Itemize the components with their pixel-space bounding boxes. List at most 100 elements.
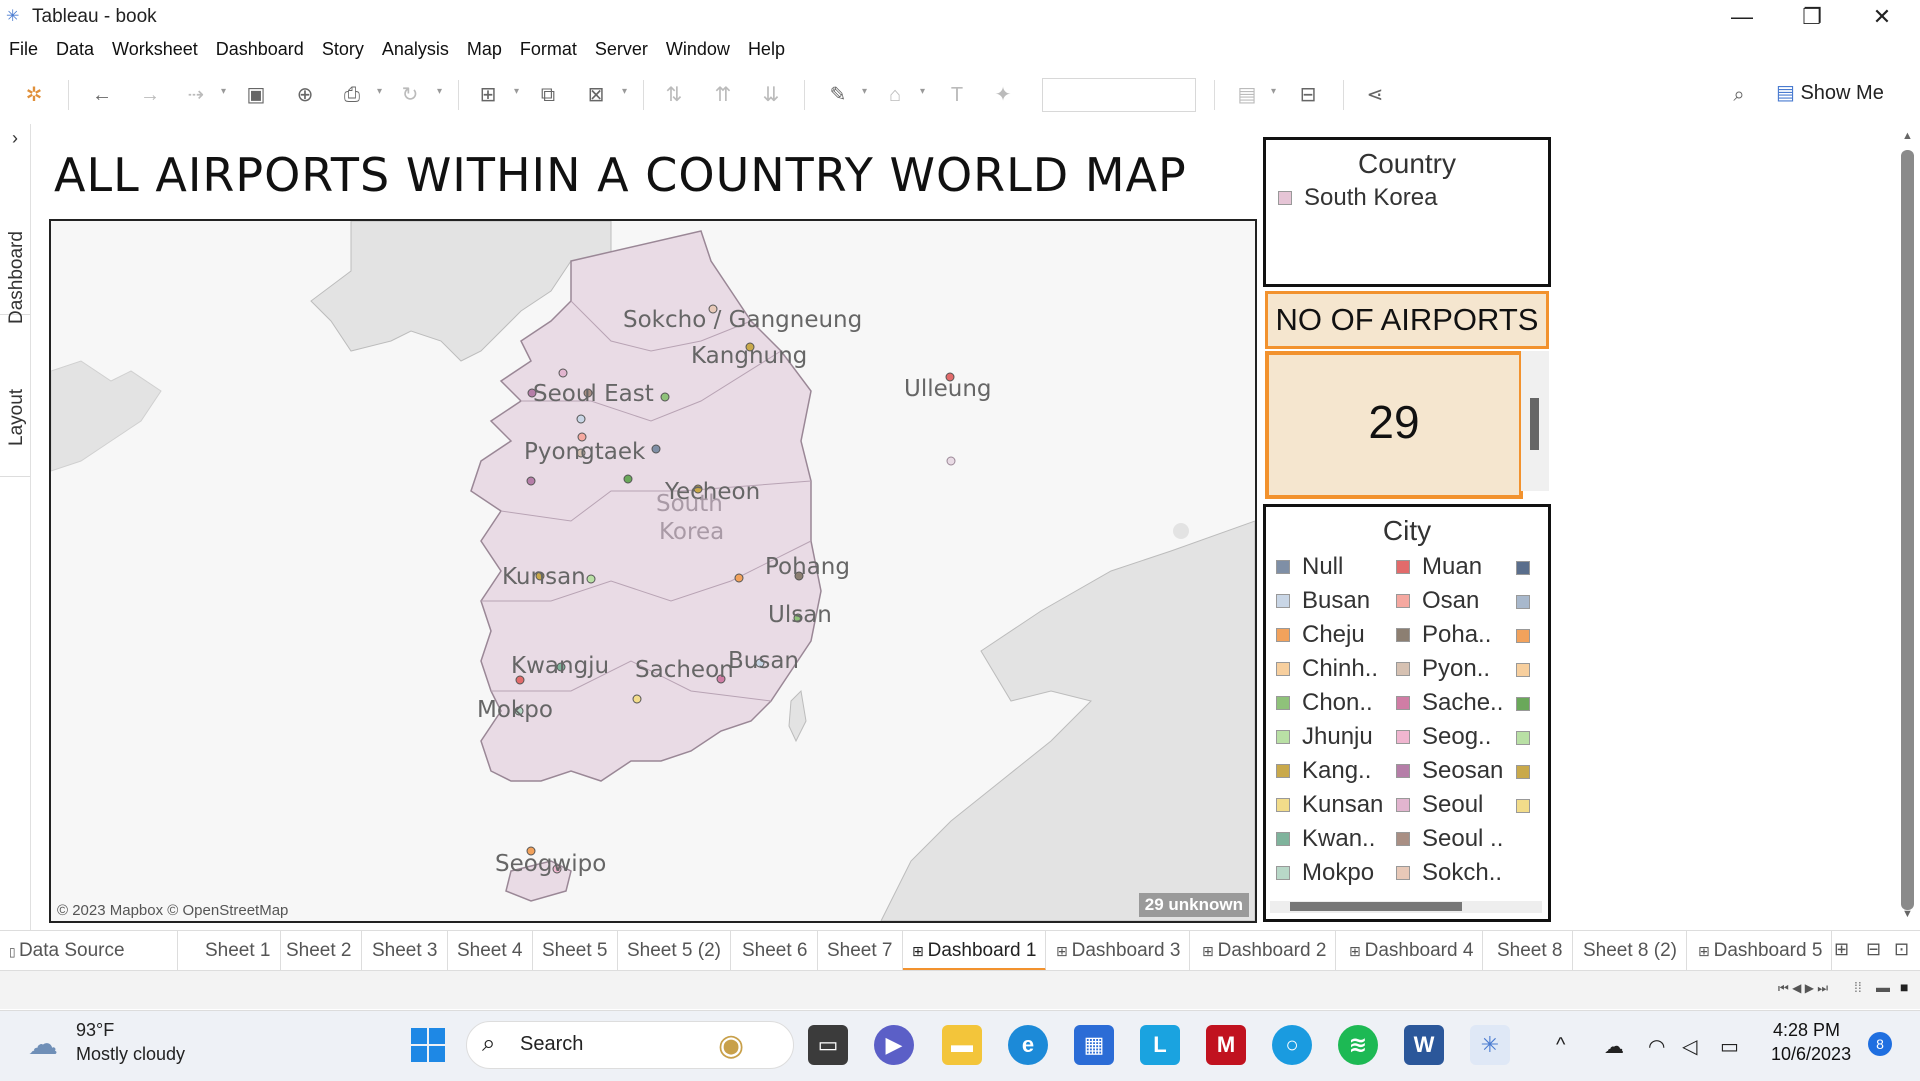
legend-swatch[interactable] (1516, 561, 1530, 575)
tab-dashboard-3[interactable]: ⊞ Dashboard 3 (1047, 931, 1191, 971)
replay-icon[interactable]: ⇢ (183, 82, 209, 108)
city-legend-item[interactable]: Jhunju (1276, 723, 1373, 751)
city-legend-item[interactable]: Seoul .. (1396, 825, 1503, 853)
tab-data-source[interactable]: ▯ Data Source (0, 931, 178, 971)
tab-layout-pane[interactable]: Layout (0, 316, 30, 477)
duplicate-icon[interactable]: ⧉ (535, 82, 561, 108)
mcafee-icon[interactable]: M (1206, 1025, 1246, 1065)
city-legend-item[interactable]: Kwan.. (1276, 825, 1375, 853)
save-icon[interactable]: ▣ (243, 82, 269, 108)
swap-icon[interactable]: ⇅ (661, 82, 687, 108)
caret-icon[interactable]: ▾ (514, 86, 519, 97)
pause-updates-icon[interactable]: ⎙ (339, 82, 365, 108)
tableau-start-icon[interactable]: ✲ (21, 82, 47, 108)
maximize-button[interactable]: ❐ (1780, 0, 1844, 34)
share-icon[interactable]: ⋖ (1362, 82, 1388, 108)
menu-help[interactable]: Help (739, 39, 794, 60)
city-legend-item[interactable]: Chinh.. (1276, 655, 1378, 683)
clock-date[interactable]: 10/6/2023 (1771, 1044, 1851, 1065)
city-legend-item[interactable]: Cheju (1276, 621, 1365, 649)
menu-server[interactable]: Server (586, 39, 657, 60)
map-attribution[interactable]: © 2023 Mapbox © OpenStreetMap (57, 902, 288, 919)
highlight-icon[interactable]: ✎ (825, 82, 851, 108)
edge-browser-icon[interactable]: e (1008, 1025, 1048, 1065)
menu-worksheet[interactable]: Worksheet (103, 39, 207, 60)
menu-story[interactable]: Story (313, 39, 373, 60)
country-legend-item[interactable]: South Korea (1278, 184, 1437, 212)
unknown-indicator[interactable]: 29 unknown (1138, 893, 1249, 917)
legend-swatch[interactable] (1516, 765, 1530, 779)
expand-panel-icon[interactable]: › (0, 128, 30, 152)
city-legend-item[interactable]: Chon.. (1276, 689, 1373, 717)
minimize-button[interactable]: — (1710, 0, 1774, 34)
tab-dashboard-1[interactable]: ⊞ Dashboard 1 (903, 931, 1047, 971)
city-legend-item[interactable]: Seog.. (1396, 723, 1491, 751)
city-legend-item[interactable]: Sache.. (1396, 689, 1503, 717)
new-story-icon[interactable]: ⊡ (1894, 939, 1909, 960)
city-legend-item[interactable]: Kang.. (1276, 757, 1371, 785)
clear-sheet-icon[interactable]: ⊠ (583, 82, 609, 108)
alexa-icon[interactable]: ○ (1272, 1025, 1312, 1065)
tab-navigation-icons[interactable]: ⏮ ◀ ▶ ⏭ (1778, 981, 1828, 996)
legend-swatch[interactable] (1516, 663, 1530, 677)
city-legend-item[interactable]: Seoul (1396, 791, 1483, 819)
refresh-icon[interactable]: ↻ (397, 82, 423, 108)
legend-swatch[interactable] (1516, 731, 1530, 745)
fit-dropdown[interactable] (1042, 78, 1196, 112)
tableau-taskbar-icon[interactable]: ✳ (1470, 1025, 1510, 1065)
teams-chat-icon[interactable]: ▶ (874, 1025, 914, 1065)
tab-dashboard-pane[interactable]: Dashboard (0, 164, 30, 324)
menu-analysis[interactable]: Analysis (373, 39, 458, 60)
menu-dashboard[interactable]: Dashboard (207, 39, 313, 60)
sort-descending-icon[interactable]: ⇊ (758, 82, 784, 108)
group-icon[interactable]: ⌂ (882, 82, 908, 108)
tab-dashboard-2[interactable]: ⊞ Dashboard 2 (1193, 931, 1337, 971)
weather-description[interactable]: Mostly cloudy (76, 1044, 185, 1065)
tab-sheet-2[interactable]: Sheet 2 (277, 931, 362, 971)
menu-format[interactable]: Format (511, 39, 586, 60)
city-legend-item[interactable]: Kunsan (1276, 791, 1383, 819)
city-legend-item[interactable]: Sokch.. (1396, 859, 1502, 887)
tab-sheet-8-2[interactable]: Sheet 8 (2) (1574, 931, 1687, 971)
close-button[interactable]: ✕ (1850, 0, 1914, 34)
tab-sheet-3[interactable]: Sheet 3 (363, 931, 448, 971)
city-legend-item[interactable]: Mokpo (1276, 859, 1374, 887)
weather-cloud-icon[interactable]: ☁ (28, 1027, 58, 1062)
tab-sheet-5[interactable]: Sheet 5 (533, 931, 618, 971)
word-icon[interactable]: W (1404, 1025, 1444, 1065)
menu-map[interactable]: Map (458, 39, 511, 60)
airport-map[interactable]: Sokcho / Gangneung Kangnung Ulleung Seou… (49, 219, 1257, 923)
menu-window[interactable]: Window (657, 39, 739, 60)
caret-icon[interactable]: ▾ (437, 86, 442, 97)
legend-swatch[interactable] (1516, 697, 1530, 711)
windows-start-icon[interactable] (410, 1027, 446, 1063)
spotify-icon[interactable]: ≋ (1338, 1025, 1378, 1065)
tab-dashboard-5[interactable]: ⊞ Dashboard 5 (1689, 931, 1833, 971)
presentation-icon[interactable]: ⊟ (1295, 82, 1321, 108)
onedrive-icon[interactable]: ☁ (1604, 1034, 1624, 1059)
caret-icon[interactable]: ▾ (862, 86, 867, 97)
microsoft-store-icon[interactable]: ▦ (1074, 1025, 1114, 1065)
scroll-up-icon[interactable]: ▲ (1902, 130, 1913, 142)
sheet-sorter-icon[interactable]: ⁞⁞ (1854, 979, 1862, 995)
tab-sheet-7[interactable]: Sheet 7 (818, 931, 903, 971)
clock-time[interactable]: 4:28 PM (1773, 1020, 1840, 1041)
volume-icon[interactable]: ◁ (1682, 1034, 1697, 1059)
caret-icon[interactable]: ▾ (221, 86, 226, 97)
legend-swatch[interactable] (1516, 595, 1530, 609)
tab-sheet-4[interactable]: Sheet 4 (448, 931, 533, 971)
city-legend-item[interactable]: Seosan (1396, 757, 1503, 785)
labels-icon[interactable]: T (944, 82, 970, 108)
undo-icon[interactable]: ← (89, 82, 115, 108)
city-legend-item[interactable]: Muan (1396, 553, 1482, 581)
tab-sheet-5-2[interactable]: Sheet 5 (2) (618, 931, 731, 971)
weather-temperature[interactable]: 93°F (76, 1020, 114, 1041)
show-me-button[interactable]: ▤ Show Me (1776, 80, 1884, 105)
tabs-view-icon[interactable]: ■ (1900, 979, 1908, 995)
caret-icon[interactable]: ▾ (377, 86, 382, 97)
new-worksheet-icon[interactable]: ⊞ (475, 82, 501, 108)
dashboard-vscroll-thumb[interactable] (1901, 150, 1914, 910)
search-highlight-icon[interactable]: ◉ (718, 1028, 744, 1063)
legend-swatch[interactable] (1516, 629, 1530, 643)
caret-icon[interactable]: ▾ (622, 86, 627, 97)
